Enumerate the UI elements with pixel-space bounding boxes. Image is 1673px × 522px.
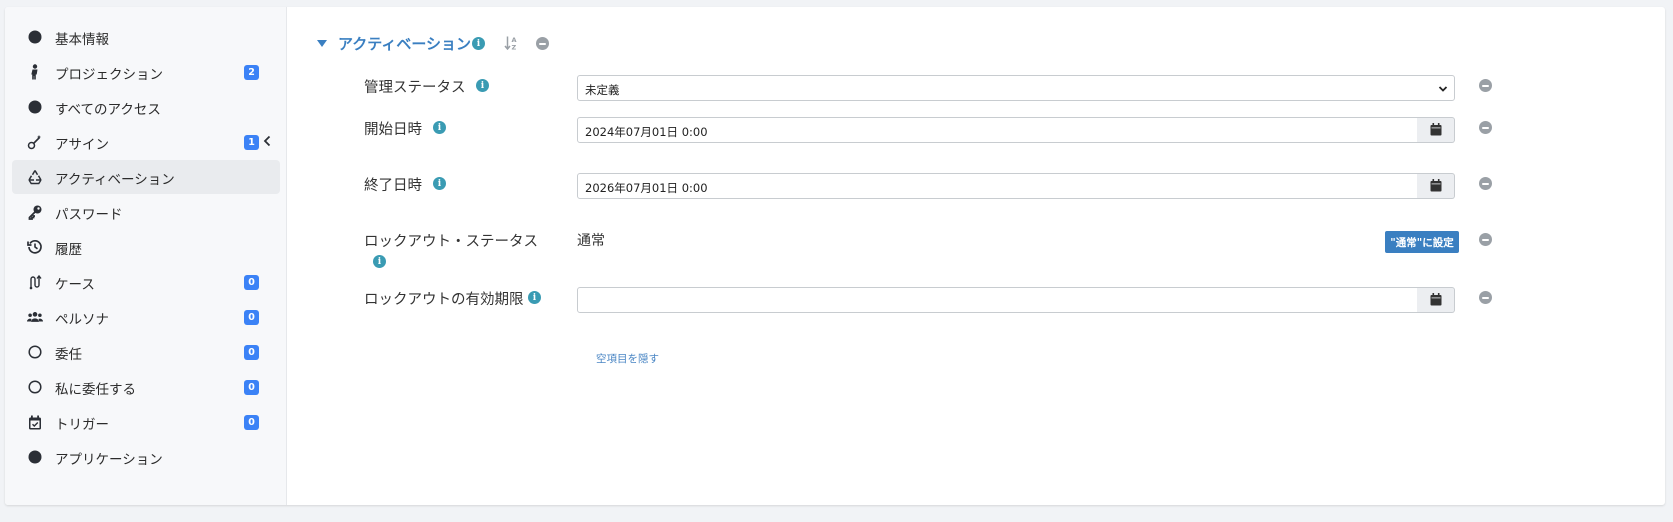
key-icon — [27, 204, 43, 220]
remove-field-icon[interactable] — [1479, 177, 1492, 190]
remove-field-icon[interactable] — [1479, 121, 1492, 134]
sidebar-item-label: プロジェクション — [55, 67, 163, 83]
lockout-status-value: 通常 — [577, 233, 605, 249]
count-badge: 0 — [244, 345, 259, 360]
admin-status-value: 未定義 — [585, 83, 620, 97]
calendar-icon — [1430, 121, 1442, 140]
sort-icon[interactable]: AZ — [504, 35, 518, 55]
start-date-label: 開始日時 — [364, 122, 422, 138]
sidebar-item-assign[interactable]: アサイン 1 — [12, 125, 280, 159]
admin-status-label: 管理ステータス — [364, 80, 466, 96]
count-badge: 0 — [244, 415, 259, 430]
calendar-icon — [1430, 177, 1442, 196]
sidebar-item-all-access[interactable]: すべてのアクセス — [12, 90, 280, 124]
sidebar: 基本情報 プロジェクション 2 すべてのアクセス アサイン 1 アクティベーショ… — [5, 7, 287, 505]
remove-field-icon[interactable] — [1479, 291, 1492, 304]
circle-icon — [27, 449, 43, 465]
sidebar-item-label: パスワード — [55, 207, 123, 223]
sidebar-item-password[interactable]: パスワード — [12, 195, 280, 229]
count-badge: 0 — [244, 380, 259, 395]
count-badge: 1 — [244, 135, 259, 150]
sidebar-item-projection[interactable]: プロジェクション 2 — [12, 55, 280, 89]
section-title[interactable]: アクティベーション — [338, 33, 471, 54]
remove-field-icon[interactable] — [1479, 79, 1492, 92]
sidebar-item-history[interactable]: 履歴 — [12, 230, 280, 264]
count-badge: 0 — [244, 275, 259, 290]
sidebar-item-label: 基本情報 — [55, 32, 109, 48]
svg-text:Z: Z — [512, 44, 517, 52]
sidebar-item-activation[interactable]: アクティベーション — [12, 160, 280, 194]
sidebar-item-persona[interactable]: ペルソナ 0 — [12, 300, 280, 334]
sidebar-item-label: 私に委任する — [55, 382, 136, 398]
main-card: 基本情報 プロジェクション 2 すべてのアクセス アサイン 1 アクティベーショ… — [5, 7, 1665, 505]
circle-icon — [27, 29, 43, 45]
sidebar-item-delegate-to-me[interactable]: 私に委任する 0 — [12, 370, 280, 404]
wand-icon — [27, 134, 43, 150]
history-icon — [27, 239, 43, 255]
caret-down-icon[interactable] — [317, 40, 327, 47]
sidebar-item-label: アサイン — [55, 137, 109, 153]
users-icon — [27, 309, 43, 325]
info-icon[interactable]: i — [476, 79, 489, 92]
sidebar-item-label: トリガー — [55, 417, 109, 433]
end-date-label: 終了日時 — [364, 178, 422, 194]
sidebar-item-case[interactable]: ケース 0 — [12, 265, 280, 299]
count-badge: 2 — [244, 65, 259, 80]
sidebar-item-label: すべてのアクセス — [55, 102, 161, 118]
sidebar-item-label: アプリケーション — [55, 452, 163, 468]
end-date-input[interactable]: 2026年07月01日 0:00 — [577, 173, 1419, 199]
calendar-button[interactable] — [1417, 117, 1455, 143]
info-icon[interactable]: i — [433, 177, 446, 190]
sidebar-item-label: 委任 — [55, 347, 82, 363]
remove-field-icon[interactable] — [1479, 233, 1492, 246]
info-icon[interactable]: i — [373, 255, 386, 268]
circle-outline-icon — [27, 379, 43, 395]
chevron-left-icon[interactable] — [262, 133, 272, 149]
calendar-icon — [1430, 291, 1442, 310]
lockout-status-label: ロックアウト・ステータス — [364, 234, 538, 250]
info-icon[interactable]: i — [433, 121, 446, 134]
start-date-input[interactable]: 2024年07月01日 0:00 — [577, 117, 1419, 143]
calendar-button[interactable] — [1417, 287, 1455, 313]
lockout-expiry-label: ロックアウトの有効期限 — [364, 292, 524, 308]
sidebar-item-delegation[interactable]: 委任 0 — [12, 335, 280, 369]
circle-icon — [27, 99, 43, 115]
set-normal-button[interactable]: "通常"に設定 — [1385, 231, 1459, 253]
person-icon — [27, 64, 43, 80]
sidebar-item-label: 履歴 — [55, 242, 82, 258]
sidebar-item-label: ケース — [55, 277, 95, 293]
lockout-expiry-input[interactable] — [577, 287, 1419, 313]
main-content: アクティベーション i AZ 管理ステータス i 未定義 開始日時 i 2024… — [287, 7, 1665, 505]
info-icon[interactable]: i — [528, 291, 541, 304]
admin-status-select[interactable]: 未定義 — [577, 75, 1455, 101]
hide-empty-fields-link[interactable]: 空項目を隠す — [596, 351, 659, 366]
sidebar-item-basic-info[interactable]: 基本情報 — [12, 20, 280, 54]
sidebar-item-trigger[interactable]: トリガー 0 — [12, 405, 280, 439]
info-icon[interactable]: i — [472, 37, 485, 50]
count-badge: 0 — [244, 310, 259, 325]
recycle-icon — [27, 169, 43, 185]
sidebar-item-label: ペルソナ — [55, 312, 109, 328]
circle-outline-icon — [27, 344, 43, 360]
calendar-button[interactable] — [1417, 173, 1455, 199]
calendar-check-icon — [27, 414, 43, 430]
remove-section-icon[interactable] — [536, 37, 549, 50]
chevron-down-icon — [1438, 83, 1448, 97]
sidebar-item-application[interactable]: アプリケーション — [12, 440, 280, 474]
route-icon — [27, 274, 43, 290]
sidebar-item-label: アクティベーション — [55, 172, 175, 188]
